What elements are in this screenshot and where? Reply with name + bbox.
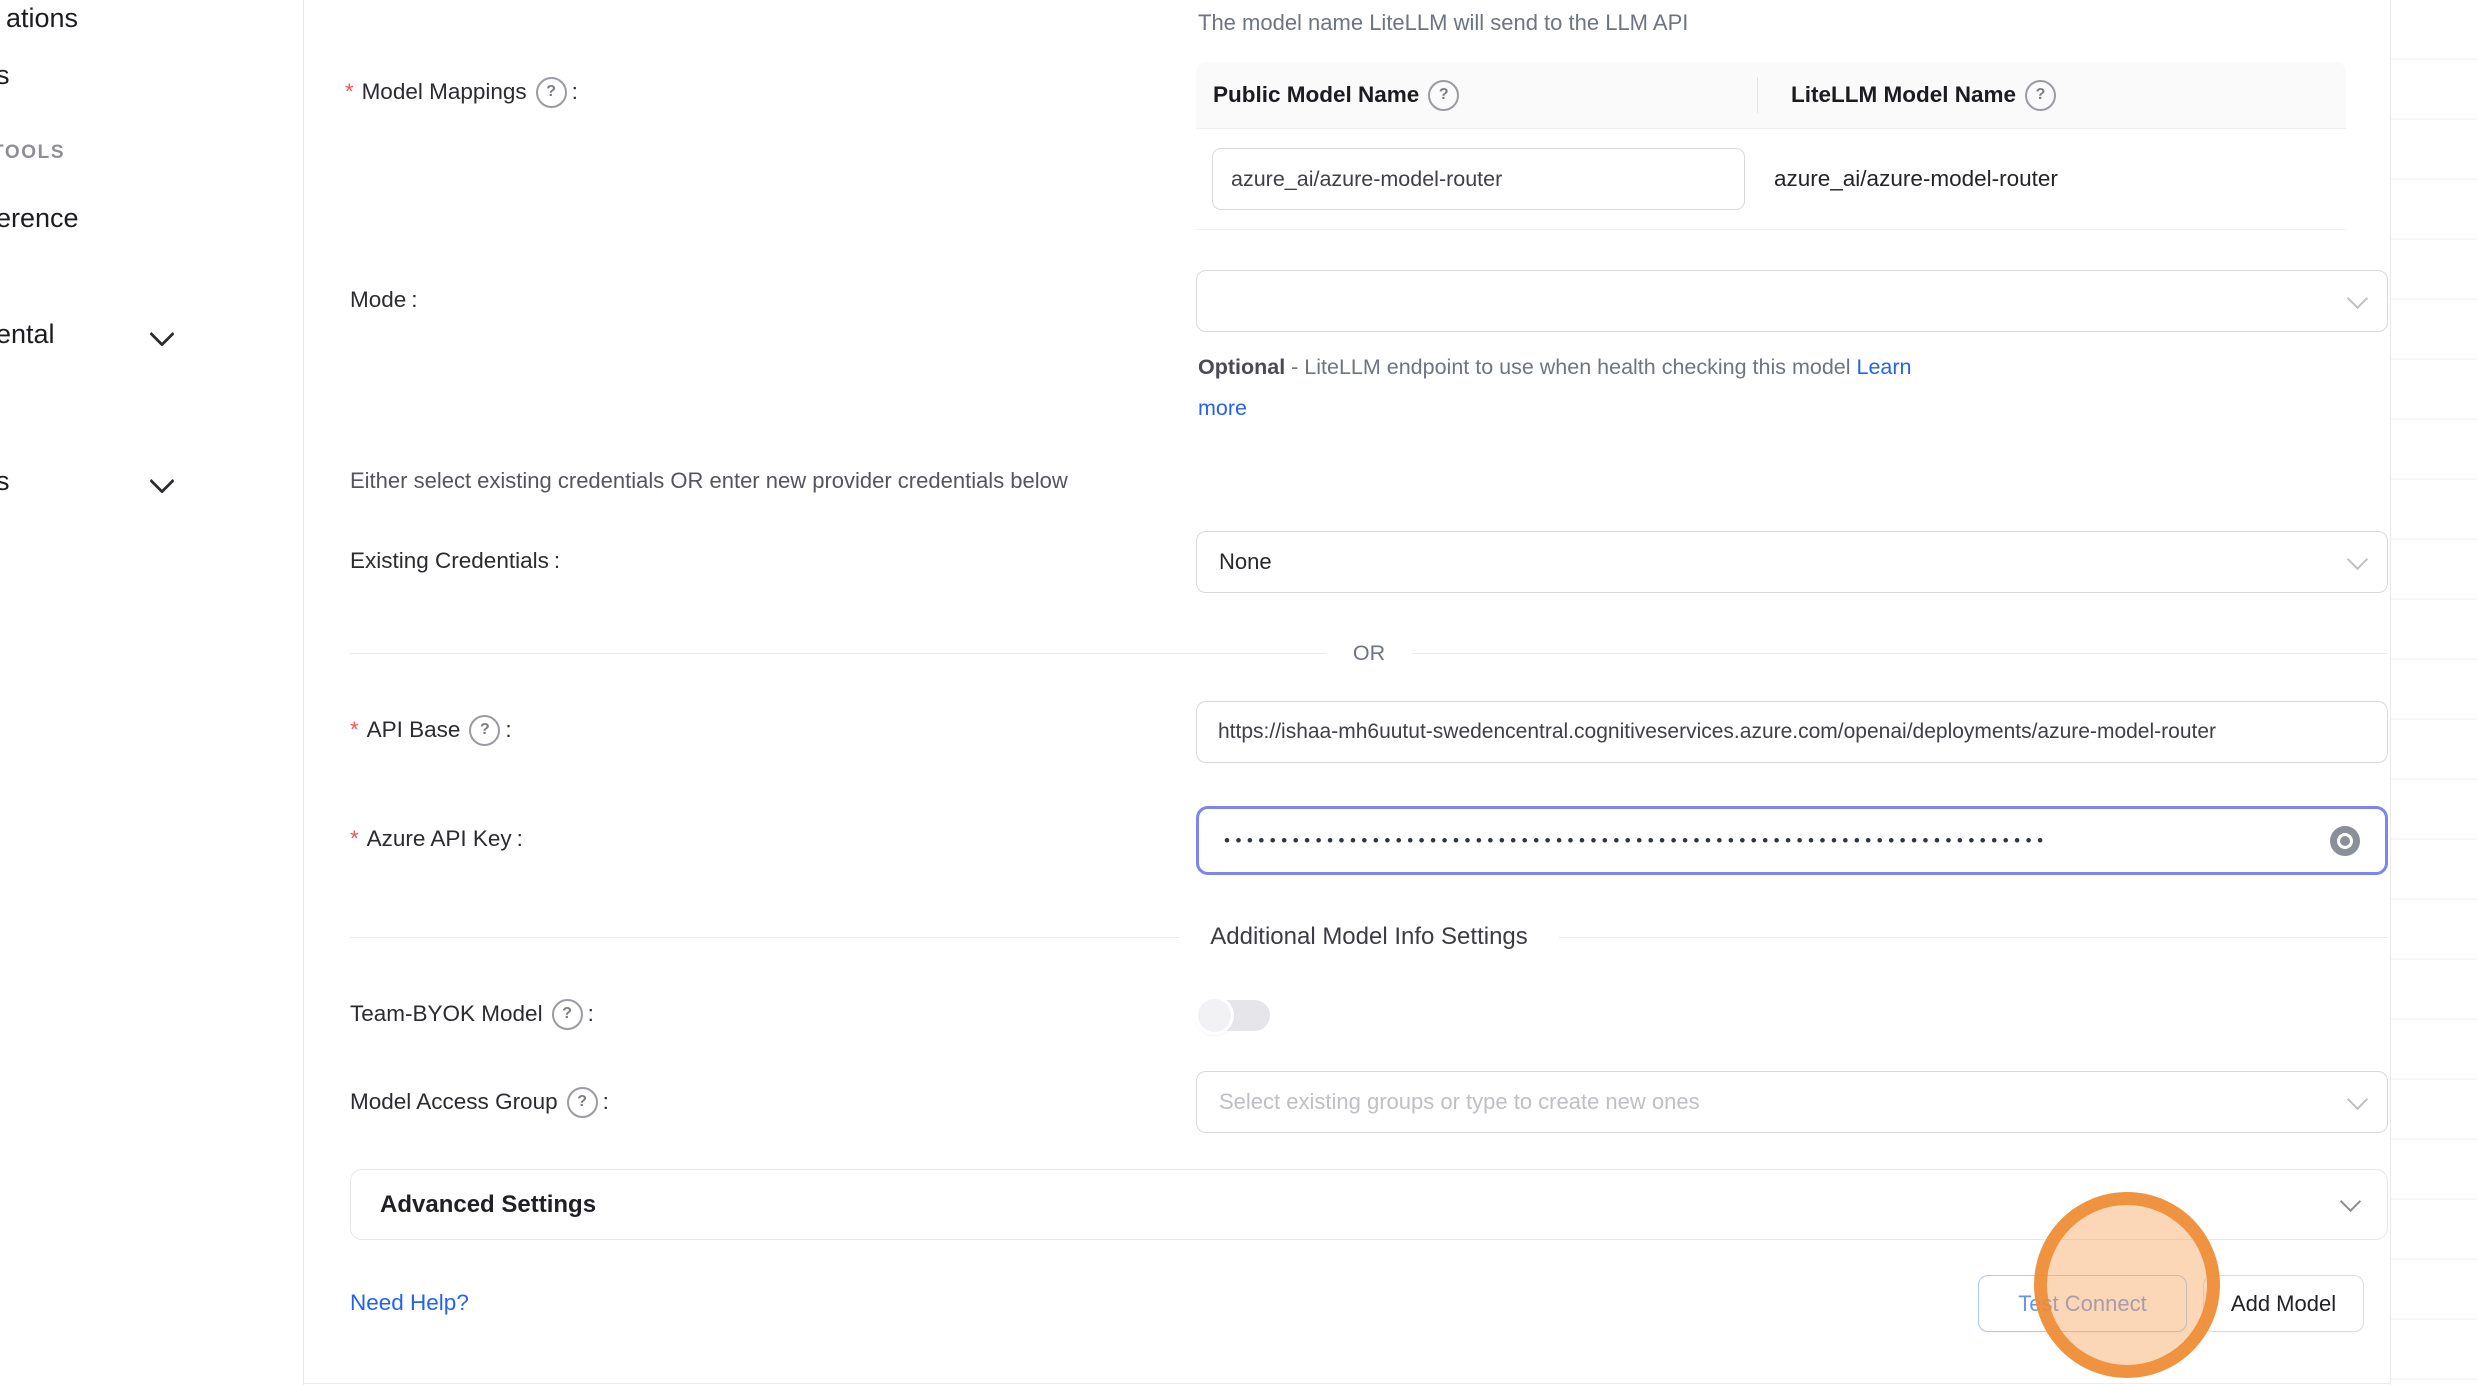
mode-select[interactable] bbox=[1196, 270, 2388, 332]
mode-hint-optional: Optional bbox=[1198, 355, 1285, 379]
colon: : bbox=[572, 76, 578, 108]
additional-settings-divider-text: Additional Model Info Settings bbox=[1179, 923, 1559, 951]
or-divider-text: OR bbox=[1326, 641, 1412, 666]
sidebar-item-ations[interactable]: ations bbox=[6, 1, 78, 35]
sidebar-item-erence[interactable]: erence bbox=[0, 201, 79, 235]
click-highlight bbox=[2034, 1192, 2220, 1378]
chevron-down-icon bbox=[2347, 1088, 2368, 1109]
divider-line bbox=[1412, 653, 2388, 654]
chevron-down-icon bbox=[2347, 548, 2368, 569]
colon: : bbox=[554, 545, 560, 577]
mode-label: Mode : bbox=[350, 284, 418, 316]
mode-hint: Optional - LiteLLM endpoint to use when … bbox=[1198, 347, 2028, 429]
model-access-group-placeholder: Select existing groups or type to create… bbox=[1219, 1089, 1700, 1115]
existing-credentials-select[interactable]: None bbox=[1196, 531, 2388, 593]
chevron-down-icon bbox=[2347, 287, 2368, 308]
team-byok-label: Team-BYOK Model ? : bbox=[350, 998, 594, 1030]
help-icon[interactable]: ? bbox=[469, 715, 500, 746]
mode-hint-line2: more bbox=[1198, 388, 2028, 429]
mode-label-text: Mode bbox=[350, 284, 406, 316]
public-model-name-cell: azure_ai/azure-model-router bbox=[1196, 148, 1757, 210]
model-mappings-label: * Model Mappings ? : bbox=[345, 76, 578, 108]
need-help-link[interactable]: Need Help? bbox=[350, 1290, 469, 1316]
add-model-button[interactable]: Add Model bbox=[2203, 1275, 2364, 1332]
help-glyph: ? bbox=[546, 76, 556, 108]
learn-more-link[interactable]: more bbox=[1198, 396, 1247, 420]
colon: : bbox=[505, 714, 511, 746]
public-model-name-header-text: Public Model Name bbox=[1213, 82, 1419, 108]
sidebar-item-s2[interactable]: s bbox=[0, 464, 10, 498]
credentials-note: Either select existing credentials OR en… bbox=[350, 466, 1068, 496]
api-base-input[interactable]: https://ishaa-mh6uutut-swedencentral.cog… bbox=[1196, 701, 2388, 763]
sidebar: ations s TOOLS erence ental s bbox=[0, 0, 304, 1385]
colon: : bbox=[517, 823, 523, 855]
advanced-settings-title: Advanced Settings bbox=[380, 1191, 596, 1219]
api-base-label-text: API Base bbox=[367, 714, 461, 746]
existing-credentials-label: Existing Credentials : bbox=[350, 545, 560, 577]
chevron-down-icon bbox=[2340, 1191, 2361, 1212]
model-access-group-label-text: Model Access Group bbox=[350, 1086, 558, 1118]
table-row: azure_ai/azure-model-router azure_ai/azu… bbox=[1196, 129, 2346, 230]
chevron-down-icon bbox=[149, 468, 174, 493]
help-icon[interactable]: ? bbox=[567, 1087, 598, 1118]
add-model-page: ations s TOOLS erence ental s The model … bbox=[0, 0, 2477, 1385]
existing-credentials-value: None bbox=[1219, 549, 1272, 575]
model-name-hint: The model name LiteLLM will send to the … bbox=[1198, 8, 1688, 38]
mode-hint-text: - LiteLLM endpoint to use when health ch… bbox=[1291, 355, 1850, 379]
model-mappings-label-text: Model Mappings bbox=[362, 76, 527, 108]
public-model-name-header: Public Model Name ? bbox=[1196, 80, 1774, 111]
divider-line bbox=[350, 653, 1326, 654]
public-model-name-input[interactable]: azure_ai/azure-model-router bbox=[1212, 148, 1745, 210]
model-access-group-select[interactable]: Select existing groups or type to create… bbox=[1196, 1071, 2388, 1133]
help-icon[interactable]: ? bbox=[536, 77, 567, 108]
help-icon[interactable]: ? bbox=[2025, 80, 2056, 111]
help-glyph: ? bbox=[480, 714, 490, 746]
form-bottom-border bbox=[303, 1383, 2390, 1384]
help-icon[interactable]: ? bbox=[552, 999, 583, 1030]
mode-hint-line1: Optional - LiteLLM endpoint to use when … bbox=[1198, 347, 2028, 388]
azure-api-key-input[interactable]: ••••••••••••••••••••••••••••••••••••••••… bbox=[1196, 806, 2388, 875]
team-byok-toggle[interactable] bbox=[1200, 1000, 1270, 1031]
additional-settings-divider: Additional Model Info Settings bbox=[350, 922, 2388, 952]
colon: : bbox=[588, 998, 594, 1030]
sidebar-section-tools: TOOLS bbox=[0, 141, 65, 165]
help-glyph: ? bbox=[577, 1086, 587, 1118]
colon: : bbox=[411, 284, 417, 316]
learn-more-link[interactable]: Learn bbox=[1857, 355, 1912, 379]
masked-password-value: ••••••••••••••••••••••••••••••••••••••••… bbox=[1224, 831, 2330, 851]
table-header-row: Public Model Name ? LiteLLM Model Name ? bbox=[1196, 62, 2346, 129]
eye-icon[interactable] bbox=[2330, 826, 2360, 856]
colon: : bbox=[603, 1086, 609, 1118]
sidebar-item-ental[interactable]: ental bbox=[0, 317, 55, 351]
api-base-label: * API Base ? : bbox=[350, 714, 512, 746]
help-glyph: ? bbox=[562, 998, 572, 1030]
divider-line bbox=[350, 937, 1179, 938]
header-column-divider bbox=[1757, 77, 1758, 113]
model-mappings-table: Public Model Name ? LiteLLM Model Name ?… bbox=[1196, 62, 2346, 230]
litellm-model-name-header-text: LiteLLM Model Name bbox=[1791, 82, 2016, 108]
divider-line bbox=[1559, 937, 2388, 938]
litellm-model-name-value: azure_ai/azure-model-router bbox=[1757, 166, 2058, 192]
model-access-group-label: Model Access Group ? : bbox=[350, 1086, 609, 1118]
team-byok-label-text: Team-BYOK Model bbox=[350, 998, 543, 1030]
background-table-strip bbox=[2390, 0, 2477, 1385]
sidebar-item-s1[interactable]: s bbox=[0, 58, 10, 92]
or-divider: OR bbox=[350, 640, 2388, 666]
required-asterisk: * bbox=[350, 823, 359, 855]
required-asterisk: * bbox=[345, 76, 354, 108]
existing-credentials-label-text: Existing Credentials bbox=[350, 545, 549, 577]
required-asterisk: * bbox=[350, 714, 359, 746]
help-glyph: ? bbox=[1439, 86, 1449, 104]
help-icon[interactable]: ? bbox=[1428, 80, 1459, 111]
toggle-knob bbox=[1198, 999, 1231, 1032]
help-glyph: ? bbox=[2036, 86, 2046, 104]
azure-api-key-label: * Azure API Key : bbox=[350, 823, 523, 855]
litellm-model-name-header: LiteLLM Model Name ? bbox=[1774, 80, 2056, 111]
chevron-down-icon bbox=[149, 321, 174, 346]
azure-api-key-label-text: Azure API Key bbox=[367, 823, 512, 855]
